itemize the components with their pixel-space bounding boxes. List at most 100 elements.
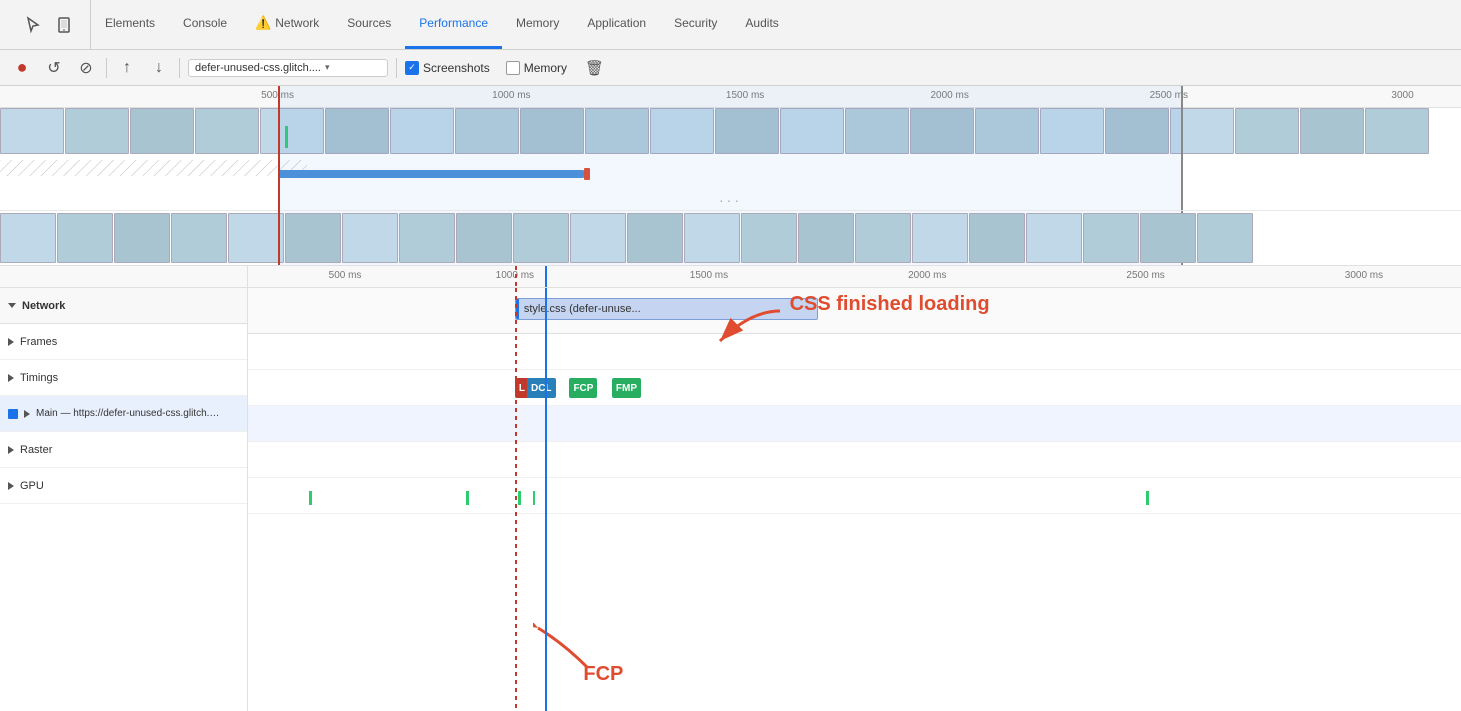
tracks-timeline-panel[interactable]: style.css (defer-unuse... xyxy=(248,288,1461,711)
network-content-row: style.css (defer-unuse... xyxy=(248,288,1461,334)
screenshots-checkbox-group[interactable]: ✓ Screenshots xyxy=(405,61,490,75)
frames-expand-triangle[interactable] xyxy=(8,338,14,346)
detail-blue-line xyxy=(545,266,547,287)
screenshot-thumb xyxy=(456,213,512,263)
timeline-red-dashed xyxy=(515,288,517,711)
ruler-left-spacer xyxy=(0,266,248,287)
tab-console[interactable]: Console xyxy=(169,0,241,49)
download-button[interactable]: ↓ xyxy=(147,56,171,80)
memory-checkbox[interactable] xyxy=(506,61,520,75)
screenshot-thumb xyxy=(570,213,626,263)
record-button[interactable]: ● xyxy=(10,56,34,80)
tab-network-label: Network xyxy=(275,16,319,30)
gpu-green-bar-2 xyxy=(466,491,469,505)
tab-elements-label: Elements xyxy=(105,16,155,30)
gpu-green-bar-4 xyxy=(533,491,535,505)
tab-console-label: Console xyxy=(183,16,227,30)
cursor-icon-btn[interactable] xyxy=(20,12,46,38)
tab-elements[interactable]: Elements xyxy=(91,0,169,49)
toolbar: ● ↺ ⊘ ↑ ↓ defer-unused-css.glitch.... ▾ … xyxy=(0,50,1461,86)
frames-label: Frames xyxy=(20,336,57,348)
screenshot-thumb xyxy=(798,213,854,263)
tab-security-label: Security xyxy=(674,16,717,30)
detail-mark-3000: 3000 ms xyxy=(1345,270,1383,281)
screenshot-thumb xyxy=(513,213,569,263)
tab-audits[interactable]: Audits xyxy=(731,0,792,49)
screenshot-thumb xyxy=(741,213,797,263)
tab-performance-label: Performance xyxy=(419,16,488,30)
screenshot-thumb xyxy=(342,213,398,263)
tab-memory[interactable]: Memory xyxy=(502,0,573,49)
url-selector[interactable]: defer-unused-css.glitch.... ▾ xyxy=(188,59,388,77)
tab-application[interactable]: Application xyxy=(573,0,660,49)
trash-button[interactable]: 🗑 xyxy=(585,59,604,77)
refresh-button[interactable]: ↺ xyxy=(42,56,66,80)
tracks-wrapper: Network Frames Timings Main — https://de… xyxy=(0,288,1461,711)
screenshot-thumb xyxy=(114,213,170,263)
tab-sources[interactable]: Sources xyxy=(333,0,405,49)
tab-performance[interactable]: Performance xyxy=(405,0,502,49)
screenshot-thumb xyxy=(65,108,129,154)
tab-sources-label: Sources xyxy=(347,16,391,30)
gpu-expand-triangle[interactable] xyxy=(8,482,14,490)
main-track-row[interactable]: Main — https://defer-unused-css.glitch.m… xyxy=(0,396,247,432)
css-annotation-text: CSS finished loading xyxy=(790,293,990,315)
tab-audits-label: Audits xyxy=(745,16,778,30)
gpu-track-row[interactable]: GPU xyxy=(0,468,247,504)
screenshot-thumb xyxy=(195,108,259,154)
network-label: Network xyxy=(22,300,65,312)
screenshot-thumb xyxy=(57,213,113,263)
upload-button[interactable]: ↑ xyxy=(115,56,139,80)
timings-expand-triangle[interactable] xyxy=(8,374,14,382)
screenshot-thumb xyxy=(130,108,194,154)
overview-red-line xyxy=(278,86,280,265)
screenshots-checkbox[interactable]: ✓ xyxy=(405,61,419,75)
screenshot-thumb xyxy=(627,213,683,263)
url-text: defer-unused-css.glitch.... xyxy=(195,62,321,74)
memory-checkbox-group[interactable]: Memory xyxy=(506,61,567,75)
network-warn-icon: ⚠️ xyxy=(255,15,271,31)
raster-label: Raster xyxy=(20,444,52,456)
tab-network[interactable]: ⚠️ Network xyxy=(241,0,333,49)
screenshot-thumb xyxy=(912,213,968,263)
screenshot-thumb xyxy=(0,213,56,263)
devtools-icon-group xyxy=(8,0,91,49)
screenshots-label: Screenshots xyxy=(423,61,490,75)
css-bar-label: style.css (defer-unuse... xyxy=(524,303,641,315)
device-icon-btn[interactable] xyxy=(52,12,78,38)
screenshot-thumb xyxy=(1365,108,1429,154)
overview-mark-3000: 3000 xyxy=(1391,90,1413,101)
screenshot-thumb xyxy=(855,213,911,263)
overview-timeline[interactable]: 500 ms 1000 ms 1500 ms 2000 ms 2500 ms 3… xyxy=(0,86,1461,266)
main-content-row xyxy=(248,406,1461,442)
timeline-blue-solid xyxy=(545,288,547,711)
toolbar-sep-1 xyxy=(106,58,107,78)
main-expand-triangle[interactable] xyxy=(24,410,30,418)
detail-ruler-row: 500 ms 1000 ms 1500 ms 2000 ms 2500 ms 3… xyxy=(0,266,1461,288)
gpu-green-bar-3 xyxy=(518,491,521,505)
screenshot-thumb xyxy=(1026,213,1082,263)
dropdown-arrow-icon[interactable]: ▾ xyxy=(325,62,330,73)
raster-expand-triangle[interactable] xyxy=(8,446,14,454)
screenshot-thumb xyxy=(0,108,64,154)
raster-track-row[interactable]: Raster xyxy=(0,432,247,468)
clear-button[interactable]: ⊘ xyxy=(74,56,98,80)
tab-security[interactable]: Security xyxy=(660,0,731,49)
frames-track-row[interactable]: Frames xyxy=(0,324,247,360)
timings-track-row[interactable]: Timings xyxy=(0,360,247,396)
main-panel: 500 ms 1000 ms 1500 ms 2000 ms 2500 ms 3… xyxy=(0,86,1461,711)
detail-mark-2000: 2000 ms xyxy=(908,270,946,281)
detail-mark-500: 500 ms xyxy=(329,270,362,281)
tab-application-label: Application xyxy=(587,16,646,30)
tab-memory-label: Memory xyxy=(516,16,559,30)
screenshot-thumb xyxy=(1140,213,1196,263)
tab-bar: Elements Console ⚠️ Network Sources Perf… xyxy=(0,0,1461,50)
badge-dcl: DCL xyxy=(527,378,556,398)
detail-mark-1500: 1500 ms xyxy=(690,270,728,281)
screenshot-thumb xyxy=(1300,108,1364,154)
screenshot-thumb xyxy=(1197,213,1253,263)
network-expand-triangle[interactable] xyxy=(8,303,16,308)
tracks-labels-panel: Network Frames Timings Main — https://de… xyxy=(0,288,248,711)
fcp-annotation-text: FCP xyxy=(583,663,623,686)
detail-sections: 500 ms 1000 ms 1500 ms 2000 ms 2500 ms 3… xyxy=(0,266,1461,711)
